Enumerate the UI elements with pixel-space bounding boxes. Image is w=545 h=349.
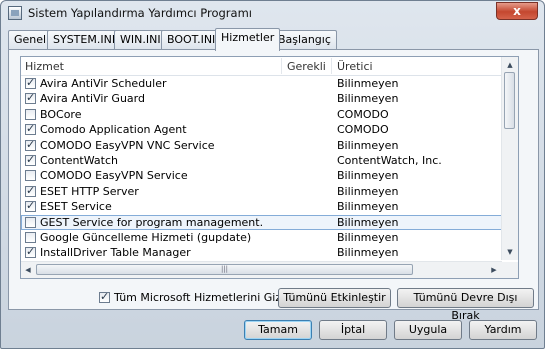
service-checkbox[interactable] xyxy=(25,138,36,151)
service-name: COMODO EasyVPN VNC Service xyxy=(40,138,215,152)
scroll-left-arrow-icon[interactable]: ◀ xyxy=(21,263,35,277)
table-row[interactable]: BOCore COMODO xyxy=(21,107,504,122)
hide-ms-services-label[interactable]: Tüm Microsoft Hizmetlerini Gizle xyxy=(114,291,291,304)
system-configuration-window: Sistem Yapılandırma Yardımcı Programı x … xyxy=(0,0,545,349)
list-header: Hizmet Gerekli Üretici xyxy=(21,57,504,76)
service-manufacturer: Bilinmeyen xyxy=(337,77,399,90)
table-row[interactable]: ContentWatch ContentWatch, Inc. xyxy=(21,153,504,168)
ok-button[interactable]: Tamam xyxy=(244,320,312,340)
service-checkbox[interactable] xyxy=(25,245,36,259)
service-checkbox[interactable] xyxy=(25,199,36,213)
scroll-down-arrow-icon[interactable]: ▼ xyxy=(502,245,518,259)
table-row[interactable]: Comodo Application Agent COMODO xyxy=(21,122,504,137)
tab-strip: Genel SYSTEM.INI WIN.INI BOOT.INI Hizmet… xyxy=(8,28,539,51)
tab-system-ini[interactable]: SYSTEM.INI xyxy=(47,30,122,49)
vertical-scroll-thumb[interactable] xyxy=(504,72,515,129)
table-row[interactable]: COMODO EasyVPN Service Bilinmeyen xyxy=(21,168,504,183)
close-button[interactable]: x xyxy=(496,2,538,20)
service-name: ESET HTTP Server xyxy=(40,184,139,198)
disable-all-button[interactable]: Tümünü Devre Dışı Bırak xyxy=(397,288,534,322)
scroll-up-arrow-icon[interactable]: ▲ xyxy=(502,58,518,72)
tab-startup[interactable]: Başlangıç xyxy=(272,30,337,49)
table-row[interactable]: ESET HTTP Server Bilinmeyen xyxy=(21,184,504,199)
horizontal-scrollbar[interactable]: ◀ ||| ▶ xyxy=(21,261,502,278)
scroll-corner xyxy=(502,262,518,278)
service-checkbox[interactable] xyxy=(25,170,36,182)
help-button[interactable]: Yardım xyxy=(469,320,537,340)
service-manufacturer: Bilinmeyen xyxy=(337,92,399,106)
column-header-service[interactable]: Hizmet xyxy=(25,60,64,73)
service-checkbox[interactable] xyxy=(25,184,36,197)
scroll-right-arrow-icon[interactable]: ▶ xyxy=(487,263,501,277)
tab-general[interactable]: Genel xyxy=(8,30,53,49)
service-checkbox[interactable] xyxy=(25,216,36,228)
service-name: ESET Service xyxy=(40,200,112,214)
services-list[interactable]: Hizmet Gerekli Üretici Avira AntiVir Sch… xyxy=(20,56,519,279)
table-row[interactable]: ESET Service Bilinmeyen xyxy=(21,199,504,214)
service-manufacturer: COMODO xyxy=(337,107,389,121)
service-manufacturer: Bilinmeyen xyxy=(337,184,399,198)
vertical-scrollbar[interactable]: ▲ ▼ xyxy=(501,57,518,260)
service-checkbox[interactable] xyxy=(25,76,36,89)
service-name: Avira AntiVir Guard xyxy=(40,92,145,106)
table-row[interactable]: Avira AntiVir Scheduler Bilinmeyen xyxy=(21,76,504,91)
title-bar[interactable]: Sistem Yapılandırma Yardımcı Programı x xyxy=(1,1,544,25)
table-row[interactable]: InstallDriver Table Manager Bilinmeyen xyxy=(21,245,504,260)
column-divider[interactable] xyxy=(331,58,332,74)
service-checkbox[interactable] xyxy=(25,122,36,136)
service-name: Avira AntiVir Scheduler xyxy=(40,77,167,90)
service-manufacturer: Bilinmeyen xyxy=(337,231,399,244)
app-icon xyxy=(8,6,22,20)
enable-all-button[interactable]: Tümünü Etkinleştir xyxy=(278,288,391,308)
service-name: InstallDriver Table Manager xyxy=(40,246,191,260)
service-name: GEST Service for program management. xyxy=(40,215,264,229)
horizontal-scroll-thumb[interactable]: ||| xyxy=(36,264,413,275)
cancel-button[interactable]: İptal xyxy=(319,320,387,340)
table-row[interactable]: COMODO EasyVPN VNC Service Bilinmeyen xyxy=(21,138,504,153)
tab-win-ini[interactable]: WIN.INI xyxy=(114,30,167,49)
services-panel: Hizmet Gerekli Üretici Avira AntiVir Sch… xyxy=(8,49,539,310)
service-name: Google Güncelleme Hizmeti (gupdate) xyxy=(40,231,252,244)
table-row[interactable]: Google Güncelleme Hizmeti (gupdate) Bilin… xyxy=(21,230,504,245)
service-checkbox[interactable] xyxy=(25,232,36,243)
service-manufacturer: Bilinmeyen xyxy=(337,215,399,229)
service-name: ContentWatch xyxy=(40,154,118,167)
tab-boot-ini[interactable]: BOOT.INI xyxy=(161,30,222,49)
service-manufacturer: Bilinmeyen xyxy=(337,246,399,260)
service-checkbox[interactable] xyxy=(25,108,36,120)
service-manufacturer: Bilinmeyen xyxy=(337,169,399,183)
apply-button[interactable]: Uygula xyxy=(394,320,462,340)
service-name: Comodo Application Agent xyxy=(40,123,187,137)
service-checkbox[interactable] xyxy=(25,91,36,105)
service-checkbox[interactable] xyxy=(25,153,36,166)
table-row[interactable]: GEST Service for program management. Bili… xyxy=(21,214,504,230)
service-manufacturer: Bilinmeyen xyxy=(337,200,399,214)
service-manufacturer: COMODO xyxy=(337,123,389,137)
window-title: Sistem Yapılandırma Yardımcı Programı xyxy=(28,6,252,20)
tab-services[interactable]: Hizmetler xyxy=(215,28,281,51)
service-name: COMODO EasyVPN Service xyxy=(40,169,188,183)
column-header-required[interactable]: Gerekli xyxy=(287,60,326,73)
service-name: BOCore xyxy=(40,107,82,121)
service-manufacturer: Bilinmeyen xyxy=(337,138,399,152)
column-divider[interactable] xyxy=(281,58,282,74)
service-manufacturer: ContentWatch, Inc. xyxy=(337,154,442,167)
hide-ms-services-checkbox[interactable] xyxy=(99,290,110,303)
column-header-manufacturer[interactable]: Üretici xyxy=(337,60,373,73)
table-row[interactable]: Avira AntiVir Guard Bilinmeyen xyxy=(21,91,504,106)
